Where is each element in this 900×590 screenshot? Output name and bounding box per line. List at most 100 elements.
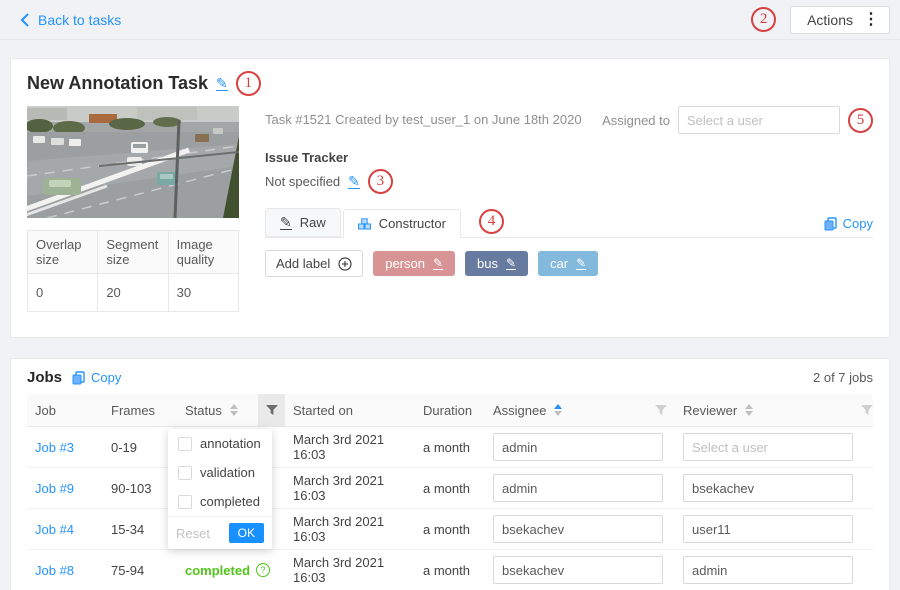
job-4-frames: 15-34 bbox=[103, 509, 177, 550]
job-3-reviewer-input[interactable] bbox=[683, 433, 853, 461]
filter-option-completed[interactable]: completed bbox=[168, 487, 272, 516]
tab-constructor[interactable]: Constructor bbox=[343, 209, 461, 238]
edit-label-bus-icon: ✎ bbox=[506, 257, 516, 270]
label-car-text: car bbox=[550, 256, 568, 271]
annotation-circle-3: 3 bbox=[368, 169, 393, 194]
raw-tab-pencil-icon: ✎ bbox=[280, 215, 292, 230]
job-8-started: March 3rd 2021 16:03 bbox=[285, 550, 415, 590]
completed-option-label: completed bbox=[200, 494, 260, 509]
col-job: Job bbox=[35, 403, 56, 418]
reviewer-sort-icon[interactable] bbox=[745, 404, 753, 416]
job-3-frames: 0-19 bbox=[103, 427, 177, 468]
job-3-duration: a month bbox=[415, 427, 485, 468]
copy-jobs-label: Copy bbox=[91, 370, 121, 385]
jobs-title: Jobs bbox=[27, 369, 62, 386]
label-chip-car[interactable]: car ✎ bbox=[538, 251, 598, 276]
param-header-overlap: Overlap size bbox=[28, 231, 98, 274]
edit-label-car-icon: ✎ bbox=[576, 257, 586, 270]
job-8-reviewer-input[interactable] bbox=[683, 556, 853, 584]
jobs-table: Job Frames Status Started on Duration bbox=[27, 394, 873, 590]
copy-jobs-button[interactable]: Copy bbox=[72, 370, 121, 385]
param-value-quality: 30 bbox=[168, 274, 238, 312]
param-header-quality: Image quality bbox=[168, 231, 238, 274]
job-9-assignee-input[interactable] bbox=[493, 474, 663, 502]
job-8-link[interactable]: Job #8 bbox=[35, 563, 74, 578]
job-4-reviewer-input[interactable] bbox=[683, 515, 853, 543]
job-8-assignee-input[interactable] bbox=[493, 556, 663, 584]
param-header-segment: Segment size bbox=[98, 231, 168, 274]
copy-labels-button[interactable]: Copy bbox=[824, 216, 873, 237]
job-3-assignee-input[interactable] bbox=[493, 433, 663, 461]
jobs-card: Jobs Copy 2 of 7 jobs Job Frames Status bbox=[10, 358, 890, 590]
status-filter-icon[interactable] bbox=[258, 394, 285, 426]
back-link-label: Back to tasks bbox=[38, 12, 121, 28]
job-9-reviewer-input[interactable] bbox=[683, 474, 853, 502]
job-row-3: Job #4 15-34 March 3rd 2021 16:03 a mont… bbox=[27, 509, 873, 550]
label-bus-text: bus bbox=[477, 256, 498, 271]
add-label-text: Add label bbox=[276, 256, 330, 271]
job-4-started: March 3rd 2021 16:03 bbox=[285, 509, 415, 550]
col-duration: Duration bbox=[423, 403, 472, 418]
edit-issue-tracker-icon[interactable]: ✎ bbox=[348, 174, 360, 189]
col-started: Started on bbox=[293, 403, 353, 418]
filter-option-annotation[interactable]: annotation bbox=[168, 429, 272, 458]
label-chip-bus[interactable]: bus ✎ bbox=[465, 251, 528, 276]
completed-checkbox[interactable] bbox=[178, 495, 192, 509]
param-value-segment: 20 bbox=[98, 274, 168, 312]
job-9-frames: 90-103 bbox=[103, 468, 177, 509]
actions-button[interactable]: Actions ⋮ bbox=[790, 6, 890, 34]
copy-icon bbox=[824, 217, 837, 231]
funnel-icon bbox=[266, 405, 278, 416]
status-filter-dropdown: annotation validation completed Reset OK bbox=[168, 429, 272, 549]
validation-option-label: validation bbox=[200, 465, 255, 480]
tab-raw[interactable]: ✎ Raw bbox=[265, 208, 341, 237]
funnel-icon bbox=[861, 405, 873, 416]
annotation-circle-1: 1 bbox=[236, 71, 261, 96]
question-circle-icon[interactable]: ? bbox=[256, 563, 270, 577]
validation-checkbox[interactable] bbox=[178, 466, 192, 480]
job-9-link[interactable]: Job #9 bbox=[35, 481, 74, 496]
issue-tracker-label: Issue Tracker bbox=[265, 150, 873, 165]
job-9-started: March 3rd 2021 16:03 bbox=[285, 468, 415, 509]
task-thumbnail bbox=[27, 106, 239, 218]
constructor-tab-label: Constructor bbox=[379, 216, 446, 231]
filter-ok-button[interactable]: OK bbox=[229, 523, 264, 543]
kebab-menu-icon: ⋮ bbox=[863, 12, 879, 28]
task-parameters-table: Overlap size Segment size Image quality … bbox=[27, 230, 239, 312]
add-label-button[interactable]: Add label bbox=[265, 250, 363, 277]
funnel-icon bbox=[655, 405, 667, 416]
annotation-circle-2: 2 bbox=[751, 7, 776, 32]
job-8-duration: a month bbox=[415, 550, 485, 590]
back-to-tasks-link[interactable]: Back to tasks bbox=[20, 12, 121, 28]
annotation-circle-5: 5 bbox=[848, 108, 873, 133]
job-9-duration: a month bbox=[415, 468, 485, 509]
label-chip-person[interactable]: person ✎ bbox=[373, 251, 455, 276]
raw-tab-label: Raw bbox=[300, 215, 326, 230]
param-value-overlap: 0 bbox=[28, 274, 98, 312]
assigned-to-input[interactable] bbox=[678, 106, 840, 134]
job-3-link[interactable]: Job #3 bbox=[35, 440, 74, 455]
assignee-filter-icon[interactable] bbox=[655, 405, 667, 416]
copy-labels-label: Copy bbox=[843, 216, 873, 231]
col-frames: Frames bbox=[111, 403, 155, 418]
col-assignee: Assignee bbox=[493, 403, 546, 418]
task-details-card: New Annotation Task ✎ 1 bbox=[10, 58, 890, 338]
assignee-sort-icon[interactable] bbox=[554, 404, 562, 416]
assigned-to-label: Assigned to bbox=[602, 113, 670, 128]
job-4-assignee-input[interactable] bbox=[493, 515, 663, 543]
job-4-link[interactable]: Job #4 bbox=[35, 522, 74, 537]
filter-reset-button[interactable]: Reset bbox=[176, 526, 210, 541]
annotation-circle-4: 4 bbox=[479, 209, 504, 234]
job-8-frames: 75-94 bbox=[103, 550, 177, 590]
labels-editor: ✎ Raw Constructor 4 bbox=[265, 208, 873, 289]
edit-label-person-icon: ✎ bbox=[433, 257, 443, 270]
job-row-2: Job #9 90-103 March 3rd 2021 16:03 a mon… bbox=[27, 468, 873, 509]
filter-option-validation[interactable]: validation bbox=[168, 458, 272, 487]
reviewer-filter-icon[interactable] bbox=[861, 405, 873, 416]
job-row-4: Job #8 75-94 completed ? March 3rd 2021 … bbox=[27, 550, 873, 590]
job-3-started: March 3rd 2021 16:03 bbox=[285, 427, 415, 468]
top-bar: Back to tasks 2 Actions ⋮ bbox=[0, 0, 900, 40]
annotation-checkbox[interactable] bbox=[178, 437, 192, 451]
edit-task-name-icon[interactable]: ✎ bbox=[216, 76, 228, 91]
status-sort-icon[interactable] bbox=[230, 404, 238, 416]
